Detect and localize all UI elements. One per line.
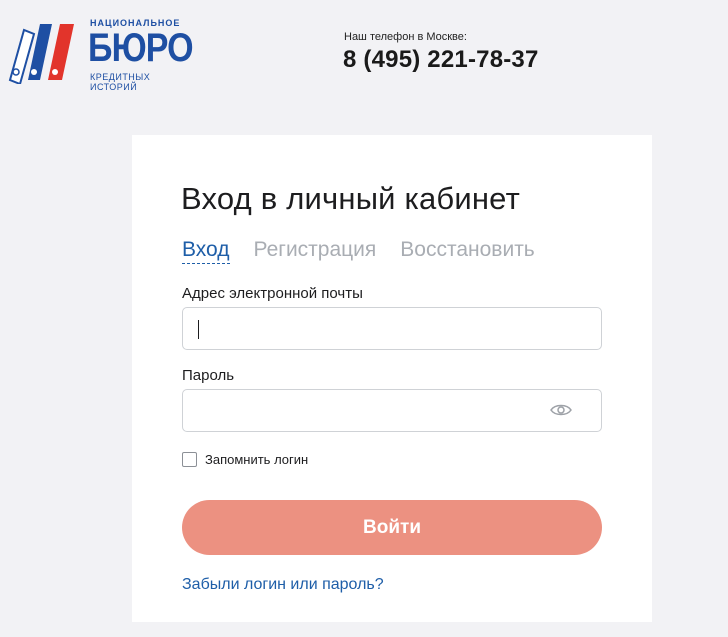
phone-number[interactable]: 8 (495) 221-78-37 [343, 46, 539, 74]
tab-login[interactable]: Вход [182, 238, 230, 264]
login-card: Вход в личный кабинет Вход Регистрация В… [132, 135, 652, 622]
remember-label: Запомнить логин [205, 452, 309, 467]
login-button[interactable]: Войти [182, 500, 602, 555]
email-field[interactable] [182, 307, 602, 350]
page-title: Вход в личный кабинет [181, 181, 520, 216]
tab-registration[interactable]: Регистрация [254, 238, 377, 264]
email-label: Адрес электронной почты [182, 285, 363, 302]
auth-tabs: Вход Регистрация Восстановить [182, 238, 535, 264]
remember-checkbox[interactable] [182, 452, 197, 467]
logo-bottom-text: КРЕДИТНЫХ ИСТОРИЙ [90, 72, 151, 92]
logo[interactable]: НАЦИОНАЛЬНОЕ БЮРО КРЕДИТНЫХ ИСТОРИЙ [4, 18, 194, 92]
eye-icon[interactable] [550, 403, 572, 417]
password-label: Пароль [182, 367, 235, 384]
logo-books-icon [8, 24, 74, 84]
text-caret [198, 320, 199, 339]
phone-label: Наш телефон в Москве: [344, 31, 467, 43]
remember-login[interactable]: Запомнить логин [182, 452, 308, 467]
forgot-password-link[interactable]: Забыли логин или пароль? [182, 576, 384, 594]
password-field[interactable] [182, 389, 602, 432]
tab-restore[interactable]: Восстановить [400, 238, 534, 264]
logo-main-text: БЮРО [88, 26, 194, 70]
